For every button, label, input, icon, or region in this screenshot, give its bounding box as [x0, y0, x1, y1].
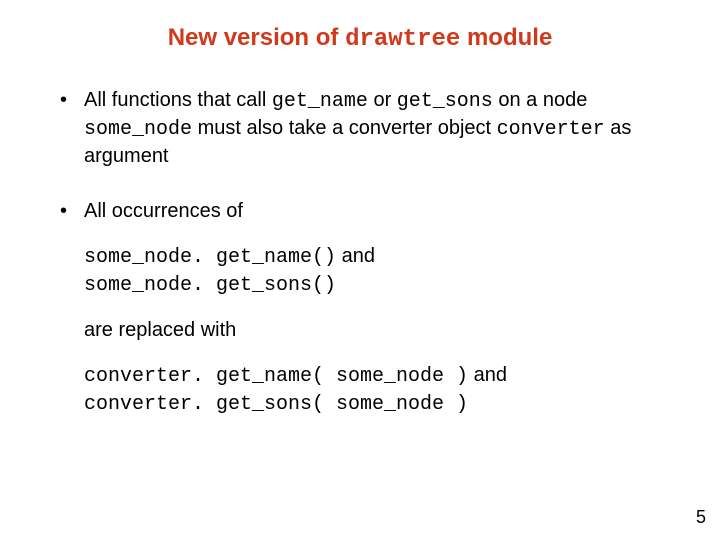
b2-line1-code: some_node. get_name() — [84, 246, 336, 269]
b2-lead: All occurrences of — [84, 198, 680, 225]
b1-c3: some_node — [84, 118, 192, 141]
b2-line1: some_node. get_name() and — [84, 243, 680, 271]
b1-t2: or — [368, 89, 397, 111]
title-code: drawtree — [345, 26, 460, 53]
bullet-1: All functions that call get_name or get_… — [40, 87, 680, 170]
b2-line2-code: some_node. get_sons() — [84, 274, 336, 297]
b2-line1-tail: and — [336, 245, 375, 267]
b2-mid: are replaced with — [84, 317, 680, 344]
b1-c1: get_name — [272, 90, 368, 113]
b2-line3-tail: and — [468, 364, 507, 386]
b1-t3: on a node — [493, 89, 588, 111]
bullet-list: All functions that call get_name or get_… — [40, 87, 680, 418]
b2-line2: some_node. get_sons() — [84, 271, 680, 299]
b1-c2: get_sons — [397, 90, 493, 113]
b2-line3-code: converter. get_name( some_node ) — [84, 365, 468, 388]
b1-c4: converter — [497, 118, 605, 141]
bullet-2: All occurrences of some_node. get_name()… — [40, 198, 680, 418]
page-number: 5 — [696, 507, 706, 528]
title-post: module — [460, 24, 552, 51]
b2-line4: converter. get_sons( some_node ) — [84, 390, 680, 418]
b1-t4: must also take a converter object — [192, 117, 497, 139]
b1-t1: All functions that call — [84, 89, 272, 111]
title-pre: New version of — [168, 24, 345, 51]
b2-line3: converter. get_name( some_node ) and — [84, 362, 680, 390]
slide-title: New version of drawtree module — [40, 24, 680, 53]
b2-line4-code: converter. get_sons( some_node ) — [84, 393, 468, 416]
